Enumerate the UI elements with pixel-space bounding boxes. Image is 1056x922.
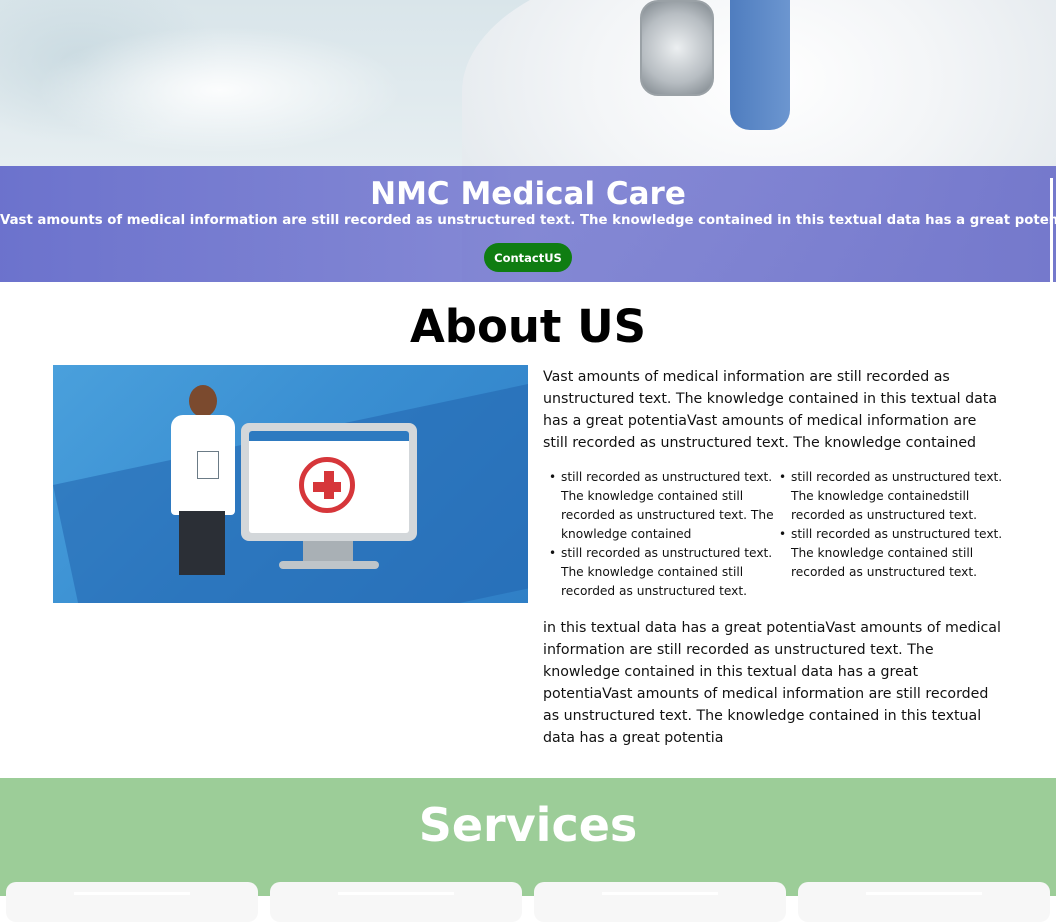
hero-banner: NMC Medical Care Vast amounts of medical… <box>0 0 1056 282</box>
screen-header-bar <box>249 431 409 441</box>
hero-title: NMC Medical Care <box>370 176 686 212</box>
monitor-stand <box>303 541 353 563</box>
about-intro-text: Vast amounts of medical information are … <box>543 369 998 451</box>
doctor-head <box>189 385 217 417</box>
list-item: still recorded as unstructured text. The… <box>549 468 783 544</box>
monitor-base <box>279 561 379 569</box>
doctor-figure <box>163 385 253 585</box>
about-illustration <box>53 365 528 603</box>
doctor-sleeve <box>730 0 790 130</box>
medical-cross-icon <box>299 457 355 513</box>
list-item: still recorded as unstructured text. The… <box>779 468 1013 525</box>
doctor-legs <box>179 511 225 575</box>
hero-subtitle: Vast amounts of medical information are … <box>0 213 1056 228</box>
clipboard-icon <box>197 451 219 479</box>
service-card[interactable] <box>270 882 522 922</box>
bullet-column-left: still recorded as unstructured text. The… <box>543 468 783 601</box>
service-card[interactable] <box>534 882 786 922</box>
services-section: Services <box>0 778 1056 922</box>
about-title: About US <box>409 300 647 353</box>
about-bullet-list: still recorded as unstructured text. The… <box>543 468 1013 598</box>
wristwatch <box>640 0 714 96</box>
monitor-screen <box>249 431 409 533</box>
services-title: Services <box>418 798 638 852</box>
service-card[interactable] <box>798 882 1050 922</box>
monitor-icon <box>241 423 417 541</box>
list-item: still recorded as unstructured text. The… <box>779 525 1013 582</box>
list-item: still recorded as unstructured text. The… <box>549 544 783 601</box>
service-card[interactable] <box>6 882 258 922</box>
about-outro-text: in this textual data has a great potenti… <box>543 620 1001 746</box>
contact-us-button[interactable]: ContactUS <box>484 243 572 272</box>
bullet-column-right: still recorded as unstructured text. The… <box>773 468 1013 582</box>
